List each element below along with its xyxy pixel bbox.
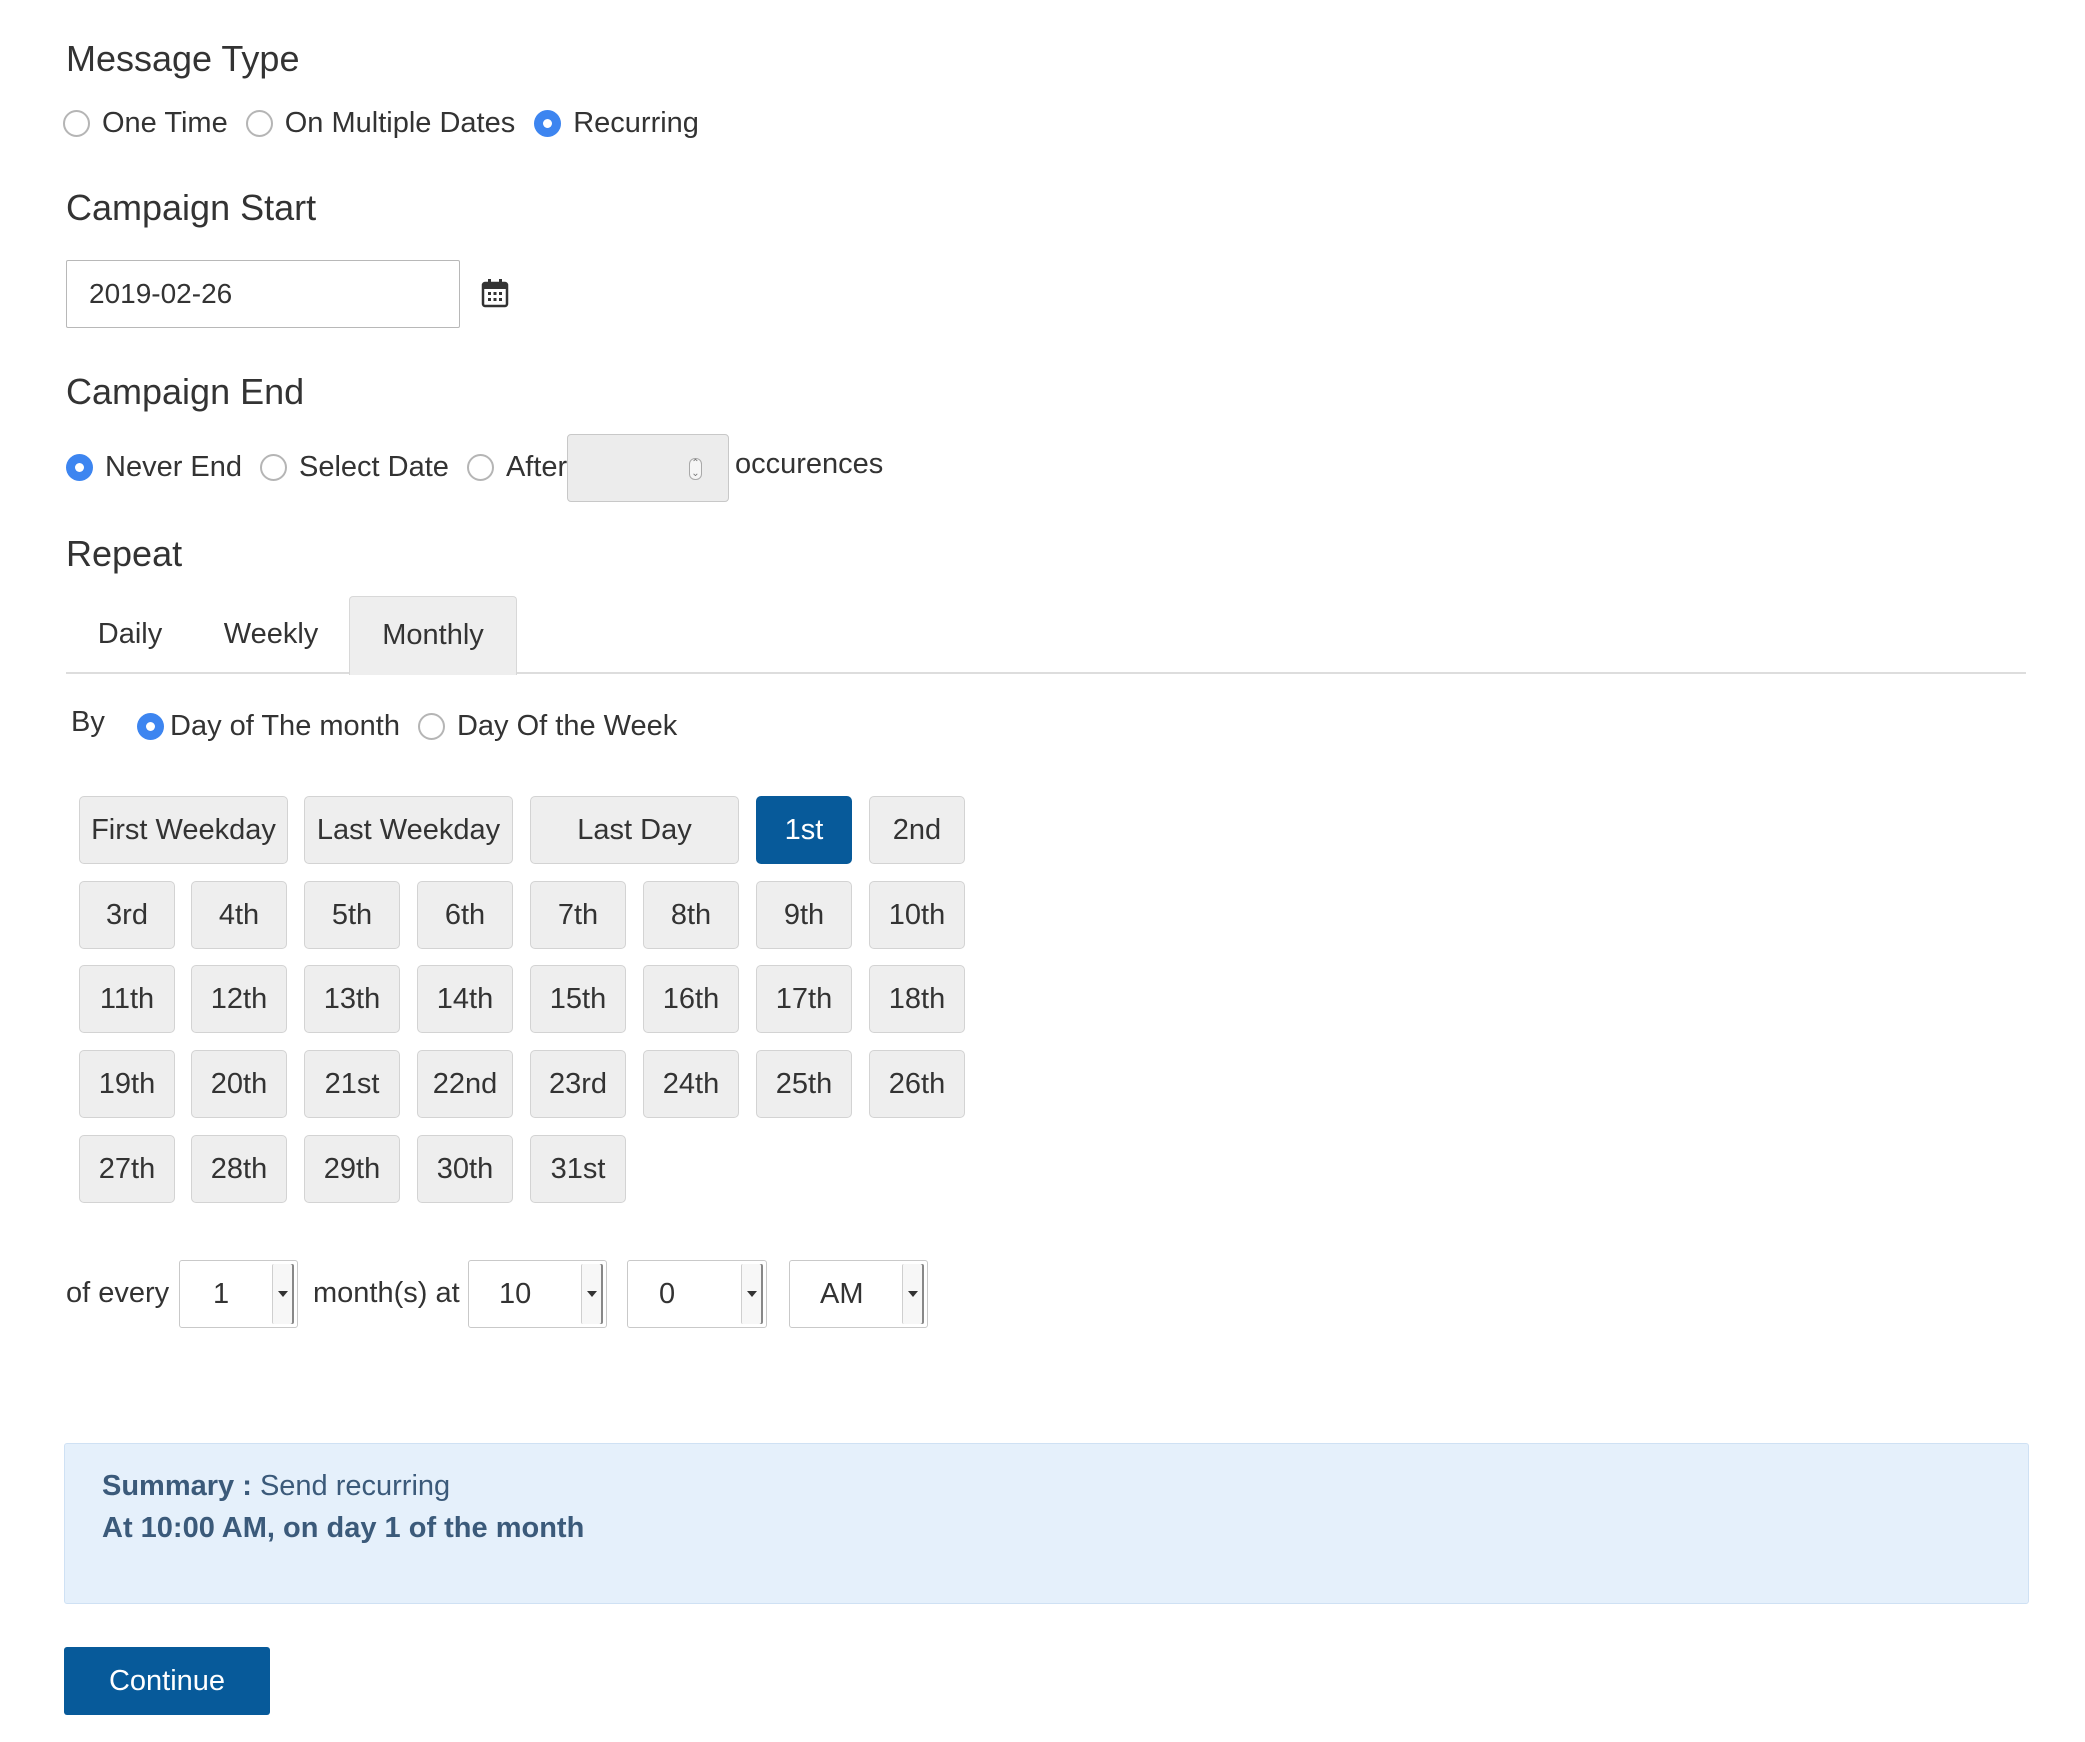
campaign-end-radio-group: Never End Select Date After [66,451,567,484]
hour-select[interactable]: 10 [468,1260,607,1328]
day-button-12th[interactable]: 12th [191,965,287,1033]
radio-on-multiple-dates-label: On Multiple Dates [284,107,516,139]
day-button-7th[interactable]: 7th [530,881,626,949]
radio-recurring-circle[interactable] [534,110,562,137]
summary-text: Send recurring [259,1470,451,1502]
radio-after-circle[interactable] [466,454,494,481]
chevron-down-icon[interactable] [272,1264,294,1324]
campaign-end-title: Campaign End [66,371,305,412]
summary-line: Summary : Send recurring [102,1470,450,1503]
minute-value: 0 [659,1278,676,1310]
day-button-last-day[interactable]: Last Day [530,796,739,864]
radio-never-end-label: Never End [105,451,243,483]
occurrences-input[interactable]: ⌃ ⌄ [567,434,729,502]
by-label: By [71,706,105,738]
day-button-5th[interactable]: 5th [304,881,400,949]
summary-box: Summary : Send recurring At 10:00 AM, on… [64,1443,2029,1604]
radio-day-of-month[interactable]: Day of The month [137,710,400,743]
radio-day-of-week[interactable]: Day Of the Week [417,710,678,743]
radio-recurring[interactable]: Recurring [534,107,699,140]
day-button-23rd[interactable]: 23rd [530,1050,626,1118]
radio-after-label: After [505,451,568,483]
radio-select-date-label: Select Date [299,451,449,483]
interval-select[interactable]: 1 [179,1260,298,1328]
day-button-first-weekday[interactable]: First Weekday [79,796,288,864]
radio-after[interactable]: After [466,451,568,484]
interval-value: 1 [213,1278,230,1310]
radio-day-of-week-circle[interactable] [417,713,445,740]
day-button-20th[interactable]: 20th [191,1050,287,1118]
summary-label: Summary : [102,1470,252,1502]
occurrences-label: occurences [735,448,884,480]
radio-on-multiple-dates[interactable]: On Multiple Dates [245,107,516,140]
day-button-22nd[interactable]: 22nd [417,1050,513,1118]
minute-select[interactable]: 0 [627,1260,767,1328]
tab-monthly[interactable]: Monthly [349,596,517,675]
day-button-3rd[interactable]: 3rd [79,881,175,949]
by-radio-group: Day of The month Day Of the Week [137,710,677,743]
tab-daily[interactable]: Daily [66,596,194,674]
radio-one-time-label: One Time [102,107,228,139]
day-button-25th[interactable]: 25th [756,1050,852,1118]
day-button-19th[interactable]: 19th [79,1050,175,1118]
ampm-value: AM [820,1278,864,1310]
day-button-8th[interactable]: 8th [643,881,739,949]
ampm-select[interactable]: AM [789,1260,928,1328]
radio-recurring-label: Recurring [573,107,699,139]
day-button-30th[interactable]: 30th [417,1135,513,1203]
of-every-label: of every [66,1277,170,1309]
day-button-6th[interactable]: 6th [417,881,513,949]
day-button-2nd[interactable]: 2nd [869,796,965,864]
radio-one-time[interactable]: One Time [63,107,228,140]
day-button-21st[interactable]: 21st [304,1050,400,1118]
day-button-28th[interactable]: 28th [191,1135,287,1203]
radio-select-date[interactable]: Select Date [260,451,449,484]
message-type-radio-group: One Time On Multiple Dates Recurring [63,107,699,140]
radio-day-of-month-label: Day of The month [170,710,400,742]
day-button-1st[interactable]: 1st [756,796,852,864]
radio-day-of-month-circle[interactable] [137,713,164,740]
day-button-26th[interactable]: 26th [869,1050,965,1118]
day-button-16th[interactable]: 16th [643,965,739,1033]
day-button-27th[interactable]: 27th [79,1135,175,1203]
day-button-4th[interactable]: 4th [191,881,287,949]
campaign-start-date-input[interactable]: 2019-02-26 [66,260,460,328]
day-button-9th[interactable]: 9th [756,881,852,949]
message-type-title: Message Type [66,38,300,79]
chevron-down-icon[interactable] [581,1264,603,1324]
day-button-13th[interactable]: 13th [304,965,400,1033]
chevron-down-icon[interactable] [902,1264,924,1324]
radio-never-end-circle[interactable] [66,454,93,481]
radio-select-date-circle[interactable] [260,454,288,481]
chevron-down-icon[interactable] [741,1264,763,1324]
day-button-14th[interactable]: 14th [417,965,513,1033]
day-button-29th[interactable]: 29th [304,1135,400,1203]
radio-day-of-week-label: Day Of the Week [456,710,678,742]
campaign-start-title: Campaign Start [66,187,317,228]
repeat-title: Repeat [66,533,183,574]
repeat-tabs: Daily Weekly Monthly [66,596,2026,675]
day-button-11th[interactable]: 11th [79,965,175,1033]
occurrences-spinner[interactable]: ⌃ ⌄ [689,458,702,480]
day-button-17th[interactable]: 17th [756,965,852,1033]
radio-on-multiple-dates-circle[interactable] [245,110,273,137]
day-button-15th[interactable]: 15th [530,965,626,1033]
day-button-10th[interactable]: 10th [869,881,965,949]
day-button-last-weekday[interactable]: Last Weekday [304,796,513,864]
radio-one-time-circle[interactable] [63,110,90,137]
day-button-24th[interactable]: 24th [643,1050,739,1118]
calendar-icon[interactable] [481,278,509,308]
hour-value: 10 [499,1278,532,1310]
radio-never-end[interactable]: Never End [66,451,242,484]
day-button-18th[interactable]: 18th [869,965,965,1033]
months-at-label: month(s) at [313,1277,460,1309]
summary-detail: At 10:00 AM, on day 1 of the month [102,1512,585,1544]
tab-weekly[interactable]: Weekly [194,596,348,674]
continue-button[interactable]: Continue [64,1647,270,1715]
day-button-31st[interactable]: 31st [530,1135,626,1203]
